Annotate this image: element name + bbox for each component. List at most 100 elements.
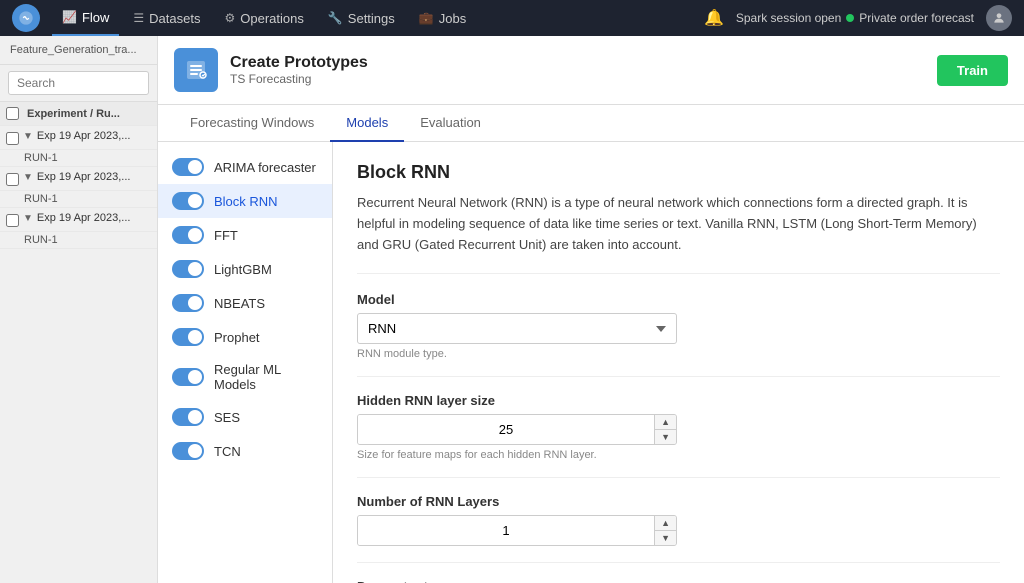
tab-forecasting-windows[interactable]: Forecasting Windows [174,105,330,142]
flow-icon: 📈 [62,10,77,24]
app-logo[interactable] [12,4,40,32]
spinner-up-button[interactable]: ▲ [655,415,676,430]
experiment-row[interactable]: ▼ Exp 19 Apr 2023,... [0,126,157,150]
spinner-buttons-layers: ▲ ▼ [654,516,676,545]
content-area: Create Prototypes TS Forecasting Train F… [158,36,1024,583]
spinner-down-button[interactable]: ▼ [655,430,676,444]
experiment-row[interactable]: ▼ Exp 19 Apr 2023,... [0,208,157,232]
nav-item-operations[interactable]: ⚙ Operations [214,0,313,36]
model-item-lightgbm[interactable]: LightGBM [158,252,332,286]
section-divider [357,477,1000,478]
toggle-prophet[interactable] [172,328,204,346]
model-item-tcn[interactable]: TCN [158,434,332,468]
select-all-checkbox[interactable] [6,107,19,120]
nav-item-flow[interactable]: 📈 Flow [52,0,119,36]
toggle-regular-ml[interactable] [172,368,204,386]
notification-bell-icon[interactable]: 🔔 [704,8,724,28]
model-item-block-rnn[interactable]: Block RNN [158,184,332,218]
model-label-arima: ARIMA forecaster [214,160,316,175]
page-subtitle: TS Forecasting [230,72,368,86]
jobs-icon: 💼 [419,11,434,25]
model-label-fft: FFT [214,228,238,243]
operations-icon: ⚙ [224,11,235,25]
toggle-fft[interactable] [172,226,204,244]
exp3-label: Exp 19 Apr 2023,... [37,212,131,224]
topnav-right: 🔔 Spark session open Private order forec… [704,5,1012,31]
toggle-tcn[interactable] [172,442,204,460]
model-label-nbeats: NBEATS [214,296,265,311]
num-rnn-layers-input[interactable] [358,516,654,545]
main-layout: Feature_Generation_tra... Experiment / R… [0,36,1024,583]
model-item-arima[interactable]: ARIMA forecaster [158,150,332,184]
content-header: Create Prototypes TS Forecasting Train [158,36,1024,105]
field-num-rnn-layers-label: Number of RNN Layers [357,494,1000,509]
two-panel: ARIMA forecaster Block RNN FFT LightGBM … [158,142,1024,583]
search-bar [0,65,157,102]
model-item-nbeats[interactable]: NBEATS [158,286,332,320]
train-button[interactable]: Train [937,55,1008,86]
exp1-label: Exp 19 Apr 2023,... [37,130,131,142]
spark-status-dot [846,14,854,22]
exp3-checkbox[interactable] [6,214,19,227]
layers-spinner-down-button[interactable]: ▼ [655,531,676,545]
model-label-prophet: Prophet [214,330,260,345]
spinner-buttons: ▲ ▼ [654,415,676,444]
nav-item-settings[interactable]: 🔧 Settings [318,0,405,36]
layers-spinner-up-button[interactable]: ▲ [655,516,676,531]
experiment-list-header: Experiment / Ru... [0,102,157,126]
tab-bar: Forecasting Windows Models Evaluation [158,105,1024,142]
nav-item-jobs[interactable]: 💼 Jobs [409,0,476,36]
page-title: Create Prototypes [230,54,368,72]
top-navigation: 📈 Flow ☰ Datasets ⚙ Operations 🔧 Setting… [0,0,1024,36]
user-avatar[interactable] [986,5,1012,31]
search-input[interactable] [8,71,149,95]
model-label-block-rnn: Block RNN [214,194,278,209]
toggle-ses[interactable] [172,408,204,426]
toggle-nbeats[interactable] [172,294,204,312]
settings-icon: 🔧 [328,11,343,25]
exp3-run[interactable]: RUN-1 [0,232,157,249]
model-detail-title: Block RNN [357,162,1000,183]
chevron-down-icon: ▼ [23,172,33,183]
section-divider [357,376,1000,377]
model-item-ses[interactable]: SES [158,400,332,434]
models-sidebar: ARIMA forecaster Block RNN FFT LightGBM … [158,142,333,583]
nav-item-datasets[interactable]: ☰ Datasets [123,0,210,36]
content-header-icon [174,48,218,92]
tab-models[interactable]: Models [330,105,404,142]
model-select[interactable]: RNN LSTM GRU [357,313,677,344]
model-label-tcn: TCN [214,444,241,459]
breadcrumb: Feature_Generation_tra... [0,36,157,65]
exp1-run[interactable]: RUN-1 [0,150,157,167]
model-item-fft[interactable]: FFT [158,218,332,252]
field-model-label: Model [357,292,1000,307]
field-model: Model RNN LSTM GRU RNN module type. [357,292,1000,360]
exp2-run[interactable]: RUN-1 [0,191,157,208]
detail-panel: Block RNN Recurrent Neural Network (RNN)… [333,142,1024,583]
chevron-down-icon: ▼ [23,131,33,142]
toggle-lightgbm[interactable] [172,260,204,278]
field-model-hint: RNN module type. [357,348,1000,360]
experiment-row[interactable]: ▼ Exp 19 Apr 2023,... [0,167,157,191]
experiment-list: ▼ Exp 19 Apr 2023,... RUN-1 ▼ Exp 19 Apr… [0,126,157,583]
model-item-regular-ml[interactable]: Regular ML Models [158,354,332,400]
model-detail-description: Recurrent Neural Network (RNN) is a type… [357,193,1000,274]
field-dropout-rate: Dropout rate ▲ ▼ Fraction of neurons aff… [357,579,1000,583]
spark-status: Spark session open Private order forecas… [736,11,974,25]
hidden-rnn-size-spinner: ▲ ▼ [357,414,677,445]
section-divider [357,562,1000,563]
model-label-lightgbm: LightGBM [214,262,272,277]
toggle-block-rnn[interactable] [172,192,204,210]
hidden-rnn-size-input[interactable] [358,415,654,444]
field-dropout-rate-label: Dropout rate [357,579,1000,583]
toggle-arima[interactable] [172,158,204,176]
model-label-regular-ml: Regular ML Models [214,362,318,392]
tab-evaluation[interactable]: Evaluation [404,105,497,142]
datasets-icon: ☰ [133,11,144,25]
exp1-checkbox[interactable] [6,132,19,145]
field-hidden-rnn-size: Hidden RNN layer size ▲ ▼ Size for featu… [357,393,1000,461]
left-sidebar: Feature_Generation_tra... Experiment / R… [0,36,158,583]
model-item-prophet[interactable]: Prophet [158,320,332,354]
num-rnn-layers-spinner: ▲ ▼ [357,515,677,546]
exp2-checkbox[interactable] [6,173,19,186]
